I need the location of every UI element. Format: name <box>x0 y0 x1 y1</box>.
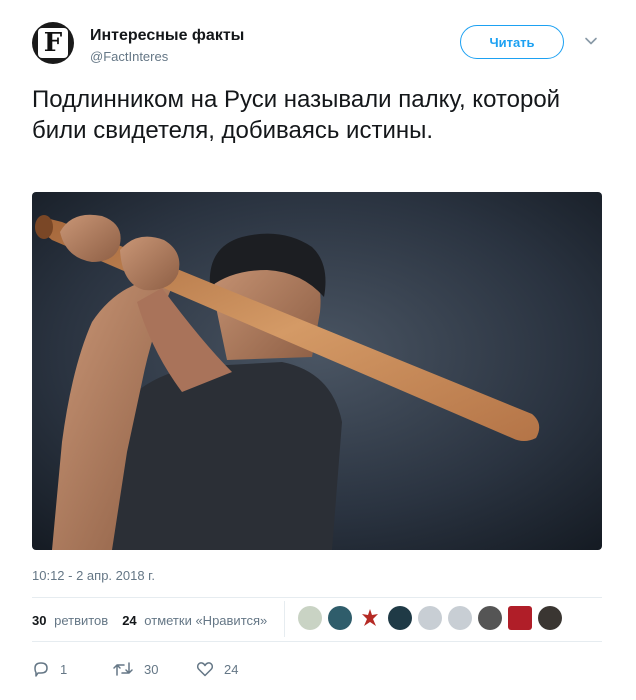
likes-stat[interactable]: 24 отметки «Нравится» <box>122 613 267 628</box>
like-count: 24 <box>224 661 239 677</box>
liker-avatar[interactable] <box>358 606 382 630</box>
likers-avatars <box>298 606 568 630</box>
tweet-text: Подлинником на Руси называли палку, кото… <box>32 86 561 144</box>
account-name[interactable]: Интересные факты <box>90 27 244 45</box>
tweet-actions: 1 30 24 <box>32 658 238 680</box>
retweet-count: 30 <box>144 661 159 677</box>
reply-icon <box>34 662 48 677</box>
chevron-down-icon[interactable] <box>584 34 598 48</box>
divider-top <box>32 597 602 598</box>
divider-bottom <box>32 641 602 642</box>
liker-avatar[interactable] <box>538 606 562 630</box>
account-handle[interactable]: @FactInteres <box>90 49 168 64</box>
liker-avatar[interactable] <box>448 606 472 630</box>
likes-count: 24 <box>122 612 137 628</box>
tweet-photo[interactable] <box>32 192 602 550</box>
tweet-timestamp[interactable]: 10:12 - 2 апр. 2018 г. <box>32 568 155 583</box>
like-action[interactable]: 24 <box>196 660 238 678</box>
heart-icon <box>196 662 214 677</box>
retweets-label: ретвитов <box>54 612 109 628</box>
tweet-header: F Интересные факты @FactInteres Читать <box>32 22 612 72</box>
reply-action[interactable]: 1 <box>32 660 112 678</box>
liker-avatar[interactable] <box>508 606 532 630</box>
account-avatar[interactable]: F <box>32 22 74 64</box>
stats-separator <box>284 601 285 637</box>
liker-avatar[interactable] <box>418 606 442 630</box>
liker-avatar[interactable] <box>478 606 502 630</box>
follow-button[interactable]: Читать <box>460 25 564 59</box>
liker-avatar[interactable] <box>388 606 412 630</box>
retweets-count: 30 <box>32 612 47 628</box>
liker-avatar[interactable] <box>328 606 352 630</box>
reply-count: 1 <box>60 661 68 677</box>
avatar-logo: F <box>38 28 68 58</box>
retweets-stat[interactable]: 30 ретвитов <box>32 613 108 628</box>
photo-man-with-bat <box>32 192 602 550</box>
likes-label: отметки «Нравится» <box>144 612 268 628</box>
liker-avatar[interactable] <box>298 606 322 630</box>
tweet-stats: 30 ретвитов 24 отметки «Нравится» <box>32 609 281 631</box>
retweet-action[interactable]: 30 <box>112 660 196 678</box>
retweet-icon <box>113 662 133 676</box>
